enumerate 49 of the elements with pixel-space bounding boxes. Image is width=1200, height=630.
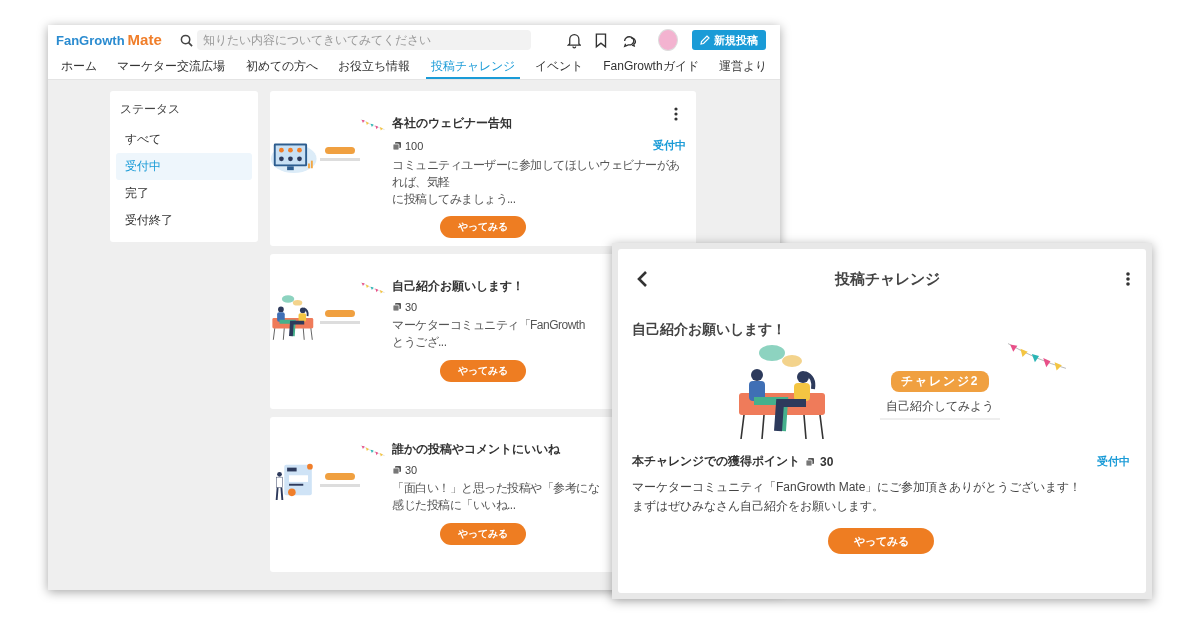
challenge-description: コミュニティユーザーに参加してほしいウェビナーがあれば、気軽 に投稿してみましょう... [392,157,681,208]
points-value: 100 [405,139,424,152]
points-icon [392,140,402,151]
challenge-badge: チャレンジ2 [890,371,990,392]
banner-drawing [319,147,360,161]
status-filter-item[interactable]: 受付終了 [116,207,252,234]
bunting-drawing [359,117,385,133]
nav-tab[interactable]: イベント [529,55,588,79]
more-options-icon[interactable] [1126,272,1130,286]
challenge-title: 自己紹介お願いします！ [632,321,787,339]
nav-tab[interactable]: 初めての方へ [240,55,323,79]
more-options-icon[interactable] [674,107,678,121]
bookmark-icon[interactable] [595,31,608,49]
status-filter-item[interactable]: すべて [116,126,252,153]
bunting-drawing [359,443,385,459]
nav-tab[interactable]: お役立ち情報 [333,55,416,79]
challenge-description: マーケターコミュニティ「FanGrowth とうござ... [392,317,585,351]
bunting-drawing [359,280,385,296]
screen-title: 投稿チャレンジ [833,269,941,289]
banner-drawing [319,310,360,324]
search-icon [179,33,193,47]
back-icon[interactable] [636,270,648,288]
points-icon [805,456,815,467]
banner-drawing [319,473,360,487]
banner-caption: 自己紹介してみよう [880,398,1000,420]
notification-bell-icon[interactable] [566,31,582,49]
bunting-drawing [1006,341,1068,373]
search-field[interactable]: 知りたい内容についてきいてみてください [196,30,531,50]
points-icon [392,465,402,475]
nav-tab[interactable]: 運営より [714,55,772,79]
logo[interactable]: FanGrowth Mate [56,29,162,51]
nav-tab[interactable]: マーケター交流広場 [112,55,231,79]
status-label: 受付中 [1097,454,1130,469]
nav-tab[interactable]: FanGrowthガイド [598,55,704,79]
points-label: 本チャレンジでの獲得ポイント [632,453,800,470]
status-label: 受付中 [653,138,686,153]
points-value: 30 [405,464,418,476]
sidebar-heading: ステータス [119,101,181,118]
points-icon [392,302,402,312]
points-value: 30 [405,301,418,313]
nav-tab[interactable]: ホーム [56,55,102,79]
challenge-title: 自己紹介お願いします！ [392,278,525,295]
points-value: 30 [820,454,834,469]
challenge-title: 各社のウェビナー告知 [392,115,513,132]
status-filter-item[interactable]: 完了 [116,180,252,207]
challenge-description: マーケターコミュニティ「FanGrowth Mate」にご参加頂きありがとうございます！ まずはぜひみなさん自己紹介をお願いします。 [632,479,1083,515]
challenge-title: 誰かの投稿やコメントにいいね [392,441,561,458]
challenge-description: 「面白い！」と思った投稿や「参考にな 感じた投稿に「いいね... [392,480,599,514]
pencil-icon [700,35,710,45]
